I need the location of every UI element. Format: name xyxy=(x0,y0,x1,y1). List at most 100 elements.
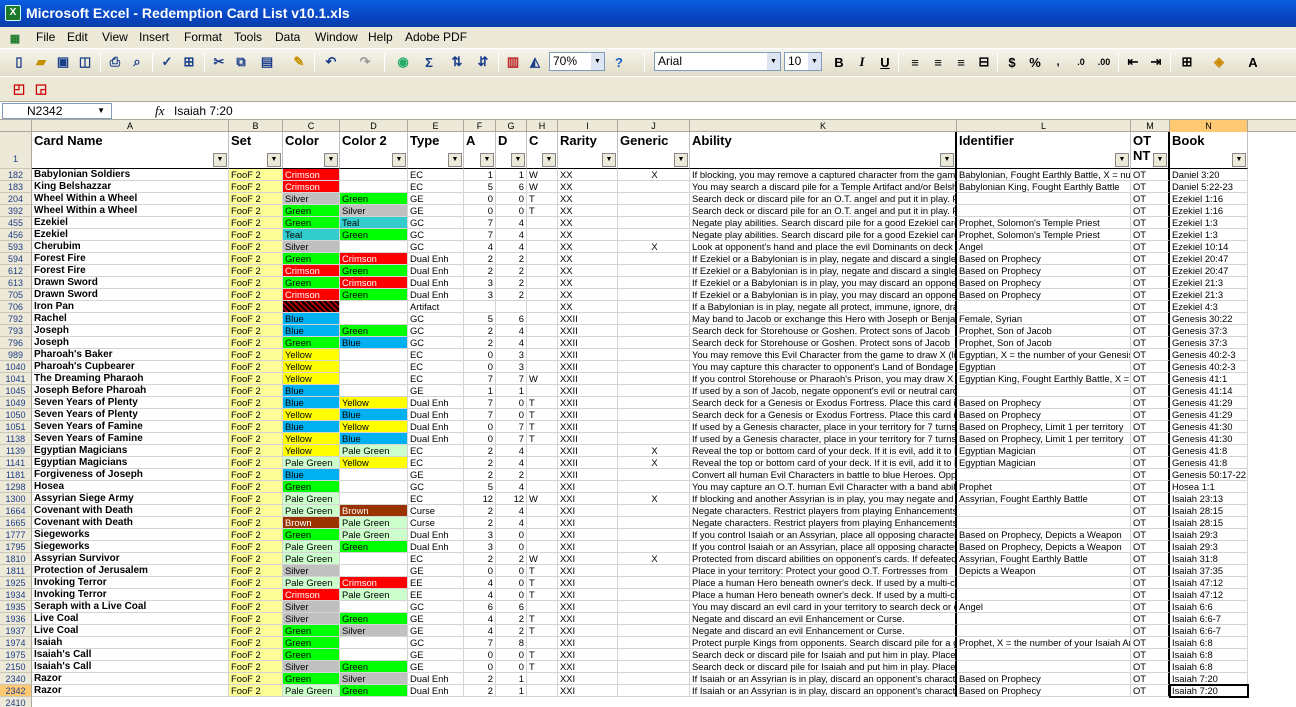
cell-set[interactable]: FooF 2 xyxy=(229,685,283,697)
cell-set[interactable]: FooF 2 xyxy=(229,505,283,517)
cell-generic[interactable] xyxy=(618,253,690,265)
cell-ot[interactable]: OT xyxy=(1131,217,1170,229)
row-header[interactable]: 1300 xyxy=(0,493,32,505)
menu-insert[interactable]: Insert xyxy=(139,30,169,44)
cell-color2[interactable]: Silver xyxy=(340,205,408,217)
cell-ident[interactable]: Babylonian King, Fought Earthly Battle xyxy=(957,181,1131,193)
cell-d[interactable]: 2 xyxy=(496,613,527,625)
cell-generic[interactable] xyxy=(618,349,690,361)
decrease-decimal-icon[interactable]: .00 xyxy=(1095,53,1113,71)
cell-c[interactable]: T xyxy=(527,613,558,625)
cell-name[interactable]: Isaiah xyxy=(32,637,229,649)
cell-generic[interactable]: X xyxy=(618,445,690,457)
cell-type[interactable]: GC xyxy=(408,637,464,649)
cell-ident[interactable]: Prophet, Son of Jacob xyxy=(957,325,1131,337)
row-header[interactable]: 455 xyxy=(0,217,32,229)
autofilter-dropdown-icon[interactable]: ▼ xyxy=(267,153,281,167)
row-header[interactable]: 2410 xyxy=(0,697,32,707)
cell-d[interactable]: 2 xyxy=(496,289,527,301)
cell-set[interactable]: FooF 2 xyxy=(229,469,283,481)
cell-color2[interactable]: Pale Green xyxy=(340,445,408,457)
cell-rarity[interactable]: XXI xyxy=(558,565,618,577)
cell-generic[interactable] xyxy=(618,325,690,337)
cell-set[interactable]: FooF 2 xyxy=(229,349,283,361)
column-header-l[interactable]: L xyxy=(957,120,1131,132)
cell-name[interactable]: Egyptian Magicians xyxy=(32,457,229,469)
cell-book[interactable]: Genesis 41:30 xyxy=(1170,433,1248,445)
cell-c[interactable]: W xyxy=(527,553,558,565)
cell-book[interactable]: Daniel 5:22-23 xyxy=(1170,181,1248,193)
cell-rarity[interactable]: XXI xyxy=(558,637,618,649)
cell-book[interactable]: Isaiah 6:8 xyxy=(1170,661,1248,673)
cell-ident[interactable]: Prophet, Solomon's Temple Priest xyxy=(957,217,1131,229)
cell-book[interactable]: Isaiah 6:8 xyxy=(1170,649,1248,661)
cell-set[interactable]: FooF 2 xyxy=(229,325,283,337)
cell-d[interactable]: 4 xyxy=(496,241,527,253)
sort-ascending-icon[interactable]: ⇅ xyxy=(448,53,466,71)
cell-type[interactable]: Dual Enh xyxy=(408,685,464,697)
cell-generic[interactable] xyxy=(618,433,690,445)
autofilter-dropdown-icon[interactable]: ▼ xyxy=(1153,153,1167,167)
row-header[interactable]: 2342 xyxy=(0,685,32,697)
row-header[interactable]: 2150 xyxy=(0,661,32,673)
underline-icon[interactable]: U xyxy=(876,53,894,71)
row-header[interactable]: 1935 xyxy=(0,601,32,613)
cell-c[interactable]: T xyxy=(527,661,558,673)
cell-color[interactable]: Crimson xyxy=(283,169,340,181)
cell-c[interactable]: W xyxy=(527,373,558,385)
cell-d[interactable]: 0 xyxy=(496,541,527,553)
cell-name[interactable]: Protection of Jerusalem xyxy=(32,565,229,577)
cell-a[interactable]: 2 xyxy=(464,325,496,337)
cell-color2[interactable]: Teal xyxy=(340,217,408,229)
cell-color[interactable]: Blue xyxy=(283,421,340,433)
cell-type[interactable]: Dual Enh xyxy=(408,253,464,265)
cell-ident[interactable]: Based on Prophecy xyxy=(957,265,1131,277)
row-header[interactable]: 182 xyxy=(0,169,32,181)
cell-name[interactable]: Forest Fire xyxy=(32,253,229,265)
cell-c[interactable]: T xyxy=(527,193,558,205)
cell-color[interactable]: Pale Green xyxy=(283,553,340,565)
cell-name[interactable]: Assyrian Siege Army xyxy=(32,493,229,505)
cell-ot[interactable]: OT xyxy=(1131,301,1170,313)
cell-ot[interactable]: OT xyxy=(1131,529,1170,541)
cell-rarity[interactable]: XX xyxy=(558,253,618,265)
autofilter-dropdown-icon[interactable]: ▼ xyxy=(1115,153,1129,167)
cell-ot[interactable]: OT xyxy=(1131,241,1170,253)
cell-generic[interactable] xyxy=(618,673,690,685)
row-header[interactable]: 204 xyxy=(0,193,32,205)
cell-ident[interactable]: Depicts a Weapon xyxy=(957,565,1131,577)
fill-color-icon[interactable]: ◈ xyxy=(1210,53,1228,71)
cell-a[interactable]: 0 xyxy=(464,361,496,373)
cell-rarity[interactable]: XX xyxy=(558,181,618,193)
cell-ot[interactable]: OT xyxy=(1131,193,1170,205)
cell-name[interactable]: Ezekiel xyxy=(32,217,229,229)
cell-generic[interactable] xyxy=(618,541,690,553)
cell-a[interactable]: 2 xyxy=(464,673,496,685)
row-header[interactable]: 1141 xyxy=(0,457,32,469)
cell-set[interactable]: FooF 2 xyxy=(229,217,283,229)
cell-set[interactable]: FooF 2 xyxy=(229,193,283,205)
cell-rarity[interactable]: XX xyxy=(558,241,618,253)
cell-book[interactable]: Isaiah 6:8 xyxy=(1170,637,1248,649)
cell-ident[interactable]: Female, Syrian xyxy=(957,313,1131,325)
cell-color2[interactable] xyxy=(340,469,408,481)
worksheet-grid[interactable]: ABCDEFGHIJKLMN 1 Card Name ▼ Set ▼ Color ▼ Colo… xyxy=(0,120,1296,707)
cell-book[interactable]: Ezekiel 21:3 xyxy=(1170,277,1248,289)
cell-name[interactable]: Seven Years of Plenty xyxy=(32,397,229,409)
format-painter-icon[interactable]: ✎ xyxy=(290,53,308,71)
cell-color[interactable]: Green xyxy=(283,277,340,289)
cell-ability[interactable]: You may capture this character to oppone… xyxy=(690,361,957,373)
cell-ot[interactable]: OT xyxy=(1131,421,1170,433)
cell-book[interactable]: Genesis 41:29 xyxy=(1170,409,1248,421)
cell-name[interactable]: Live Coal xyxy=(32,625,229,637)
cell-d[interactable]: 0 xyxy=(496,529,527,541)
cell-type[interactable]: Curse xyxy=(408,517,464,529)
cell-type[interactable]: GE xyxy=(408,661,464,673)
cell-generic[interactable] xyxy=(618,193,690,205)
cell-color[interactable]: Green xyxy=(283,337,340,349)
cell-set[interactable]: FooF 2 xyxy=(229,265,283,277)
cell-set[interactable]: FooF 2 xyxy=(229,337,283,349)
row-header[interactable]: 594 xyxy=(0,253,32,265)
column-header-g[interactable]: G xyxy=(496,120,527,132)
cell-c[interactable]: T xyxy=(527,205,558,217)
